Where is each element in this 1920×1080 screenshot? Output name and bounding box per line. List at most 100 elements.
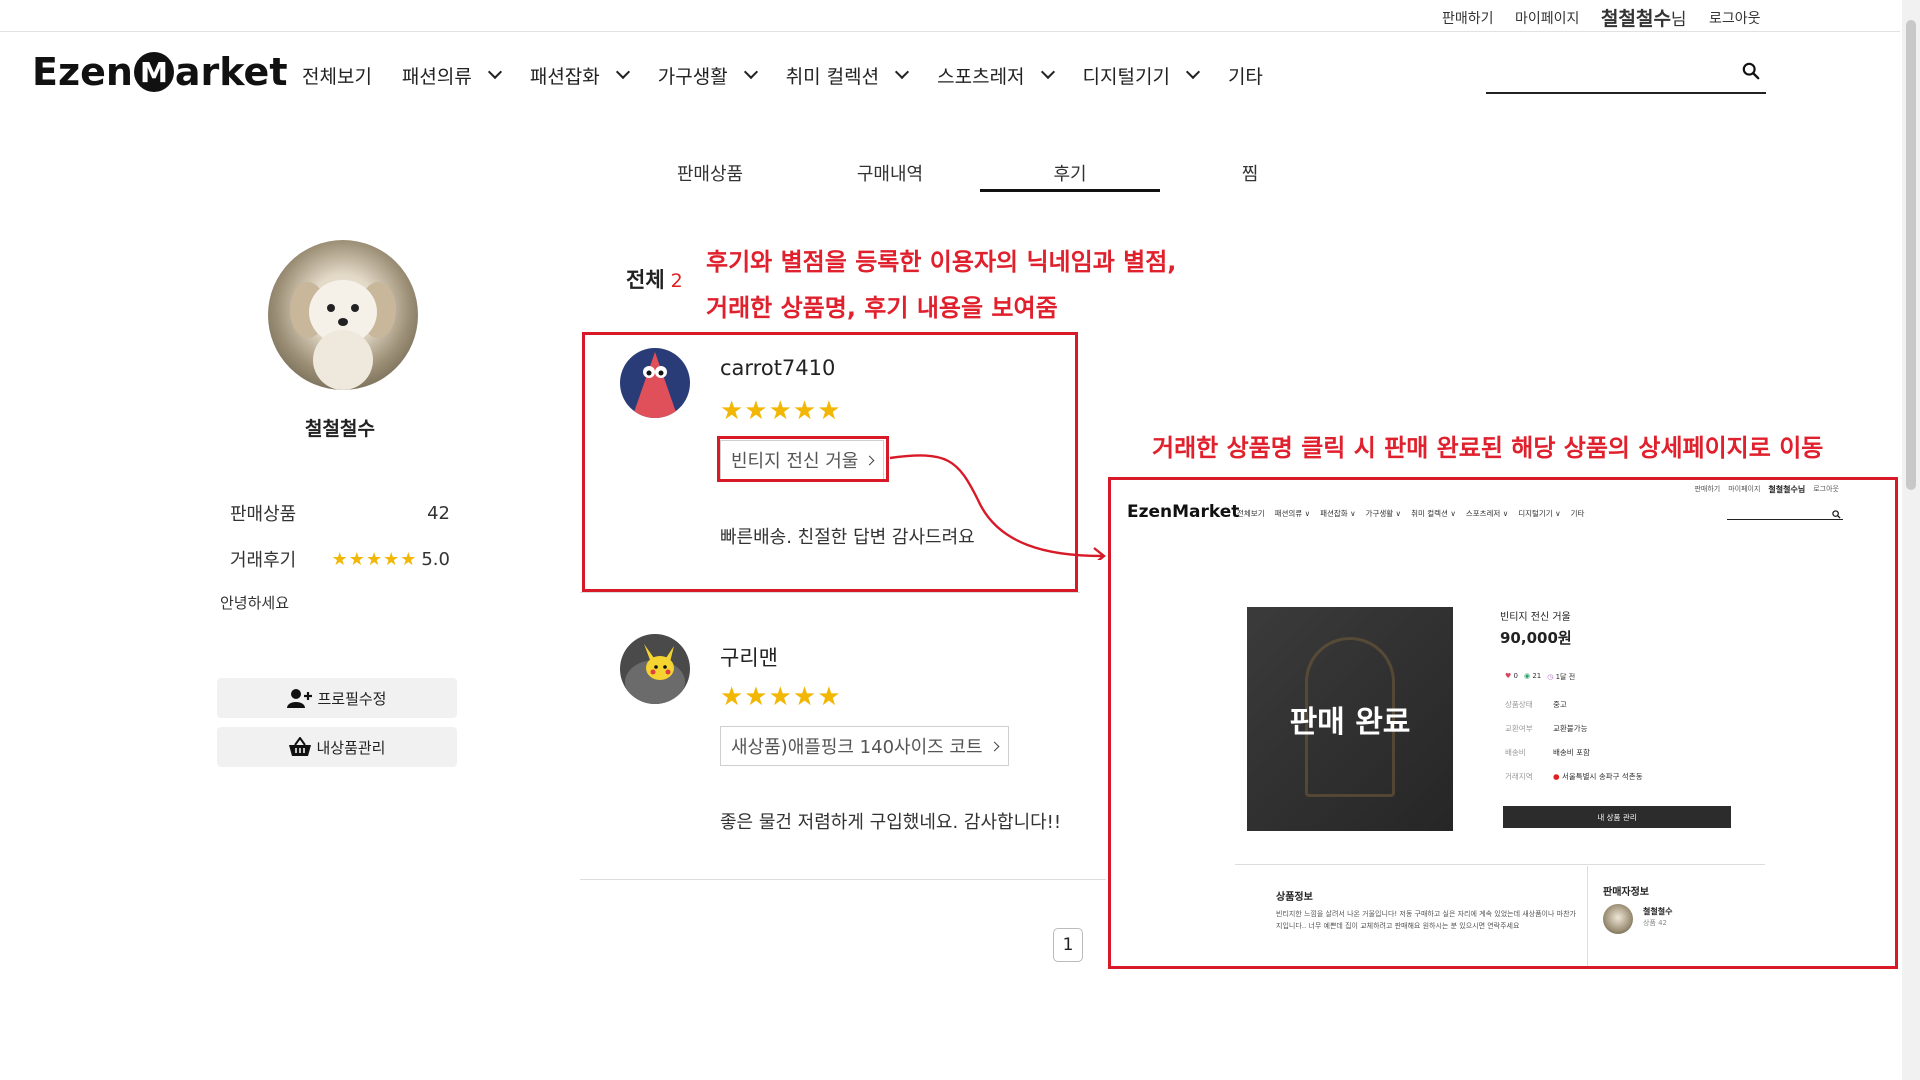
review-stars: ★★★★★ bbox=[720, 396, 842, 426]
nav-item-furniture[interactable]: 가구생활 bbox=[658, 62, 758, 89]
nav-label: 취미 컬렉션 bbox=[785, 65, 880, 88]
mini-vertical-divider bbox=[1587, 866, 1588, 966]
nav-item-fashion-clothing[interactable]: 패션의류 bbox=[402, 62, 502, 89]
mini-info-value: 중고 bbox=[1553, 700, 1567, 709]
username: 철철철수 bbox=[1601, 8, 1671, 30]
mini-sell-link: 판매하기 bbox=[1694, 485, 1721, 493]
mini-info-row: 상품상태 중고 bbox=[1505, 699, 1567, 710]
tab-purchases[interactable]: 구매내역 bbox=[800, 152, 980, 192]
annotation-line-2: 거래한 상품명, 후기 내용을 보여줌 bbox=[706, 294, 1058, 322]
mini-nav-item: 패션의류 ∨ bbox=[1274, 509, 1311, 518]
nav-item-digital[interactable]: 디지털기기 bbox=[1082, 62, 1201, 89]
annotation-line-3: 거래한 상품명 클릭 시 판매 완료된 해당 상품의 상세페이지로 이동 bbox=[1152, 434, 1824, 462]
tab-reviews[interactable]: 후기 bbox=[980, 152, 1160, 192]
mini-info-key: 상품상태 bbox=[1505, 700, 1533, 709]
review-score: 5.0 bbox=[421, 548, 450, 570]
nav-item-fashion-goods[interactable]: 패션잡화 bbox=[530, 62, 630, 89]
mini-product-price: 90,000원 bbox=[1500, 629, 1572, 647]
mini-divider bbox=[1235, 864, 1765, 865]
review-divider bbox=[580, 879, 1106, 880]
mini-nav-item: 디지털기기 ∨ bbox=[1518, 509, 1561, 518]
mini-likes: ♥ 0 bbox=[1505, 672, 1518, 682]
logo-text-right: arket bbox=[174, 50, 288, 94]
mini-seller-avatar bbox=[1603, 904, 1633, 934]
chevron-down-icon bbox=[743, 64, 758, 80]
category-nav: 전체보기 패션의류 패션잡화 가구생활 취미 컬렉션 스포츠레저 디지털기기 기… bbox=[302, 60, 1293, 90]
nav-label: 스포츠레저 bbox=[937, 65, 1025, 88]
username-greeting: 철철철수님 bbox=[1601, 4, 1687, 31]
nav-label: 디지털기기 bbox=[1082, 65, 1170, 88]
reviewer-avatar bbox=[620, 348, 690, 418]
mini-product-title: 빈티지 전신 거울 bbox=[1500, 612, 1571, 623]
mini-info-row: 거래지역 ● 서울특별시 송파구 석촌동 bbox=[1505, 771, 1643, 782]
manage-products-button[interactable]: 내상품관리 bbox=[217, 727, 457, 767]
chevron-down-icon bbox=[1185, 64, 1201, 80]
mypage-link[interactable]: 마이페이지 bbox=[1515, 8, 1579, 28]
annotation-line-1: 후기와 별점을 등록한 이용자의 닉네임과 별점, bbox=[706, 248, 1177, 276]
edit-profile-label: 프로필수정 bbox=[317, 689, 387, 708]
mini-nav-item: 스포츠레저 ∨ bbox=[1465, 509, 1509, 518]
mini-seller-name: 철철철수 bbox=[1643, 907, 1673, 916]
mini-info-value: 배송비 포함 bbox=[1553, 748, 1590, 757]
logout-link[interactable]: 로그아웃 bbox=[1709, 8, 1761, 28]
nav-item-sports[interactable]: 스포츠레저 bbox=[937, 62, 1055, 89]
nav-label: 전체보기 bbox=[302, 65, 372, 88]
add-user-icon bbox=[287, 689, 313, 708]
mini-product-meta: ♥ 0 ◉ 21 ◷ 1달 전 bbox=[1505, 672, 1575, 682]
tab-wishlist[interactable]: 찜 bbox=[1160, 152, 1340, 192]
mini-top-links: 판매하기 마이페이지 철철철수님 로그아웃 bbox=[1694, 484, 1839, 495]
search-input[interactable] bbox=[1486, 56, 1726, 90]
mini-info-value: 교환불가능 bbox=[1553, 724, 1588, 733]
nav-item-hobby[interactable]: 취미 컬렉션 bbox=[785, 62, 910, 89]
nav-item-all[interactable]: 전체보기 bbox=[302, 62, 372, 89]
mini-seller-title: 판매자정보 bbox=[1603, 887, 1649, 898]
mini-nav-item: 취미 컬렉션 ∨ bbox=[1411, 509, 1456, 518]
star-rating-icon: ★★★★★ bbox=[331, 548, 418, 570]
mini-info-title: 상품정보 bbox=[1276, 892, 1313, 903]
sales-label: 판매상품 bbox=[230, 504, 297, 525]
sell-link[interactable]: 판매하기 bbox=[1442, 8, 1494, 28]
pagination-page-1[interactable]: 1 bbox=[1053, 928, 1083, 962]
logo-text-left: Ezen bbox=[32, 50, 133, 94]
mini-info-row: 배송비 배송비 포함 bbox=[1505, 747, 1590, 758]
annotation-product-box bbox=[717, 436, 889, 482]
nav-item-etc[interactable]: 기타 bbox=[1228, 62, 1263, 89]
mini-logo: EzenMarket bbox=[1127, 502, 1240, 522]
mini-info-key: 교환여부 bbox=[1505, 724, 1533, 733]
chevron-right-icon bbox=[989, 741, 999, 751]
mini-views-count: 21 bbox=[1532, 672, 1542, 680]
all-label: 전체 bbox=[626, 268, 665, 292]
mini-nav: 전체보기 패션의류 ∨ 패션잡화 ∨ 가구생활 ∨ 취미 컬렉션 ∨ 스포츠레저… bbox=[1237, 508, 1584, 519]
chevron-down-icon bbox=[1040, 64, 1055, 80]
sales-count-row: 판매상품 42 bbox=[230, 500, 450, 526]
mini-search-bar bbox=[1727, 510, 1843, 520]
product-detail-preview: 판매하기 마이페이지 철철철수님 로그아웃 EzenMarket 전체보기 패션… bbox=[1108, 477, 1898, 969]
site-logo[interactable]: Ezen Market bbox=[32, 50, 287, 94]
mini-time-text: 1달 전 bbox=[1555, 673, 1576, 681]
patrick-avatar-image bbox=[620, 348, 690, 418]
scrollbar-thumb[interactable] bbox=[1906, 20, 1916, 490]
profile-avatar bbox=[268, 240, 418, 390]
profile-name: 철철철수 bbox=[305, 418, 375, 440]
search-icon[interactable] bbox=[1742, 62, 1760, 80]
mini-mypage-link: 마이페이지 bbox=[1728, 485, 1761, 493]
mini-info-text: 빈티지한 느낌을 살려서 나온 거울입니다! 저동 구매하고 실은 자리에 계속… bbox=[1276, 910, 1576, 930]
edit-profile-button[interactable]: 프로필수정 bbox=[217, 678, 457, 718]
location-pin-icon: ● bbox=[1553, 772, 1560, 781]
mini-location-text: 서울특별시 송파구 석촌동 bbox=[1561, 772, 1643, 781]
pikachu-avatar-image bbox=[620, 634, 690, 704]
sold-out-label: 판매 완료 bbox=[1289, 705, 1411, 740]
search-bar bbox=[1486, 56, 1766, 94]
page-scrollbar[interactable] bbox=[1902, 0, 1920, 1080]
review-divider bbox=[580, 592, 1080, 593]
mini-views: ◉ 21 bbox=[1524, 672, 1541, 682]
reviews-count: 2 bbox=[670, 270, 683, 292]
reviews-total-label: 전체 2 bbox=[626, 264, 683, 294]
review-product-link[interactable]: 새상품)애플핑크 140사이즈 코트 bbox=[720, 726, 1009, 766]
reviewer-nickname: carrot7410 bbox=[720, 356, 836, 380]
profile-tabs: 판매상품 구매내역 후기 찜 bbox=[620, 152, 1340, 192]
mini-info-row: 교환여부 교환불가능 bbox=[1505, 723, 1588, 734]
chevron-down-icon bbox=[487, 64, 502, 80]
mini-search-icon bbox=[1832, 510, 1841, 519]
tab-sales[interactable]: 판매상품 bbox=[620, 152, 800, 192]
